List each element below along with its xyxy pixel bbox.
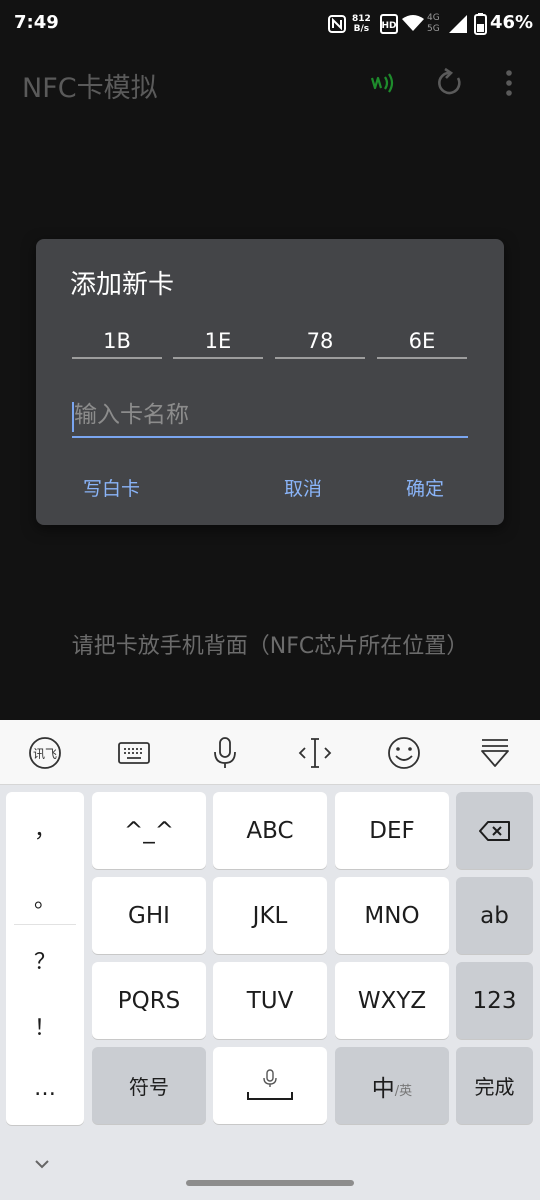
punct-exclaim[interactable]: ！	[6, 1010, 84, 1042]
done-key[interactable]: 完成	[456, 1047, 533, 1124]
emoji-icon[interactable]	[387, 736, 421, 770]
number-mode-key[interactable]: 123	[456, 962, 533, 1039]
space-key[interactable]	[213, 1047, 327, 1124]
lang-main-label: 中	[371, 1075, 395, 1102]
text-caret	[72, 402, 74, 432]
key-wxyz[interactable]: WXYZ	[335, 962, 449, 1039]
hd-icon: HD	[380, 14, 398, 34]
lang-alt-label: /英	[394, 1084, 413, 1099]
key-ghi[interactable]: GHI	[92, 877, 206, 954]
net-speed-value: 812	[352, 14, 371, 24]
svg-text:讯飞: 讯飞	[33, 747, 57, 761]
refresh-icon[interactable]	[433, 66, 467, 100]
keyboard-toolbar: 讯飞	[0, 720, 540, 785]
backspace-key[interactable]	[456, 792, 533, 869]
svg-text:HD: HD	[381, 21, 396, 31]
key-emoticon[interactable]: ^_^	[92, 792, 206, 869]
nfc-icon[interactable]	[366, 66, 400, 100]
wifi-icon	[402, 15, 424, 31]
cancel-button[interactable]: 取消	[284, 474, 322, 501]
ime-logo-icon[interactable]: 讯飞	[28, 736, 62, 770]
network-type: 4G 5G	[427, 13, 440, 35]
status-time: 7:49	[14, 12, 59, 33]
keyboard-icon[interactable]	[117, 736, 151, 770]
uid-field-2[interactable]: 1E	[173, 323, 263, 359]
abc-mode-key[interactable]: ab	[456, 877, 533, 954]
card-name-input[interactable]	[72, 394, 468, 438]
space-mic-icon	[247, 1068, 293, 1100]
uid-field-1[interactable]: 1B	[72, 323, 162, 359]
app-title: NFC卡模拟	[22, 73, 158, 104]
chevron-down-icon[interactable]	[34, 1158, 50, 1170]
hide-keyboard-icon[interactable]	[478, 736, 512, 770]
key-mno[interactable]: MNO	[335, 877, 449, 954]
key-jkl[interactable]: JKL	[213, 877, 327, 954]
divider	[14, 924, 76, 925]
cursor-icon[interactable]	[298, 736, 332, 770]
language-switch-key[interactable]: 中/英	[335, 1047, 449, 1124]
uid-field-4[interactable]: 6E	[377, 323, 467, 359]
key-abc[interactable]: ABC	[213, 792, 327, 869]
punct-question[interactable]: ？	[6, 944, 84, 976]
add-card-dialog: 添加新卡 1B 1E 78 6E 写白卡 取消 确定	[36, 239, 504, 525]
punct-comma[interactable]: ，	[6, 812, 84, 844]
net-5g: 5G	[427, 24, 440, 34]
microphone-icon[interactable]	[208, 736, 242, 770]
key-def[interactable]: DEF	[335, 792, 449, 869]
placement-hint: 请把卡放手机背面（NFC芯片所在位置）	[71, 634, 469, 659]
punct-ellipsis[interactable]: …	[6, 1076, 84, 1101]
key-tuv[interactable]: TUV	[213, 962, 327, 1039]
confirm-button[interactable]: 确定	[406, 474, 444, 501]
signal-icon	[449, 15, 467, 33]
gesture-nav-handle[interactable]	[186, 1180, 354, 1186]
battery-percent: 46%	[490, 12, 534, 33]
net-speed: 812 B/s	[352, 14, 371, 34]
key-pqrs[interactable]: PQRS	[92, 962, 206, 1039]
symbols-key[interactable]: 符号	[92, 1047, 206, 1124]
keyboard: 讯飞 ， 。 ？ ！ … ^_^ ABC DEF GHI JKL MNO ab …	[0, 720, 540, 1200]
punct-period[interactable]: 。	[6, 882, 84, 914]
status-bar: 7:49 812 B/s HD 4G 5G 46%	[0, 0, 540, 50]
backspace-icon	[478, 820, 510, 841]
net-4g: 4G	[427, 13, 440, 23]
nfc-status-icon	[328, 15, 346, 33]
dialog-title: 添加新卡	[70, 270, 175, 300]
net-speed-unit: B/s	[353, 24, 370, 34]
uid-field-3[interactable]: 78	[275, 323, 365, 359]
more-icon[interactable]	[492, 66, 526, 100]
write-blank-card-button[interactable]: 写白卡	[83, 474, 140, 501]
punctuation-list: ， 。 ？ ！ …	[6, 792, 84, 1125]
battery-icon	[474, 13, 487, 35]
